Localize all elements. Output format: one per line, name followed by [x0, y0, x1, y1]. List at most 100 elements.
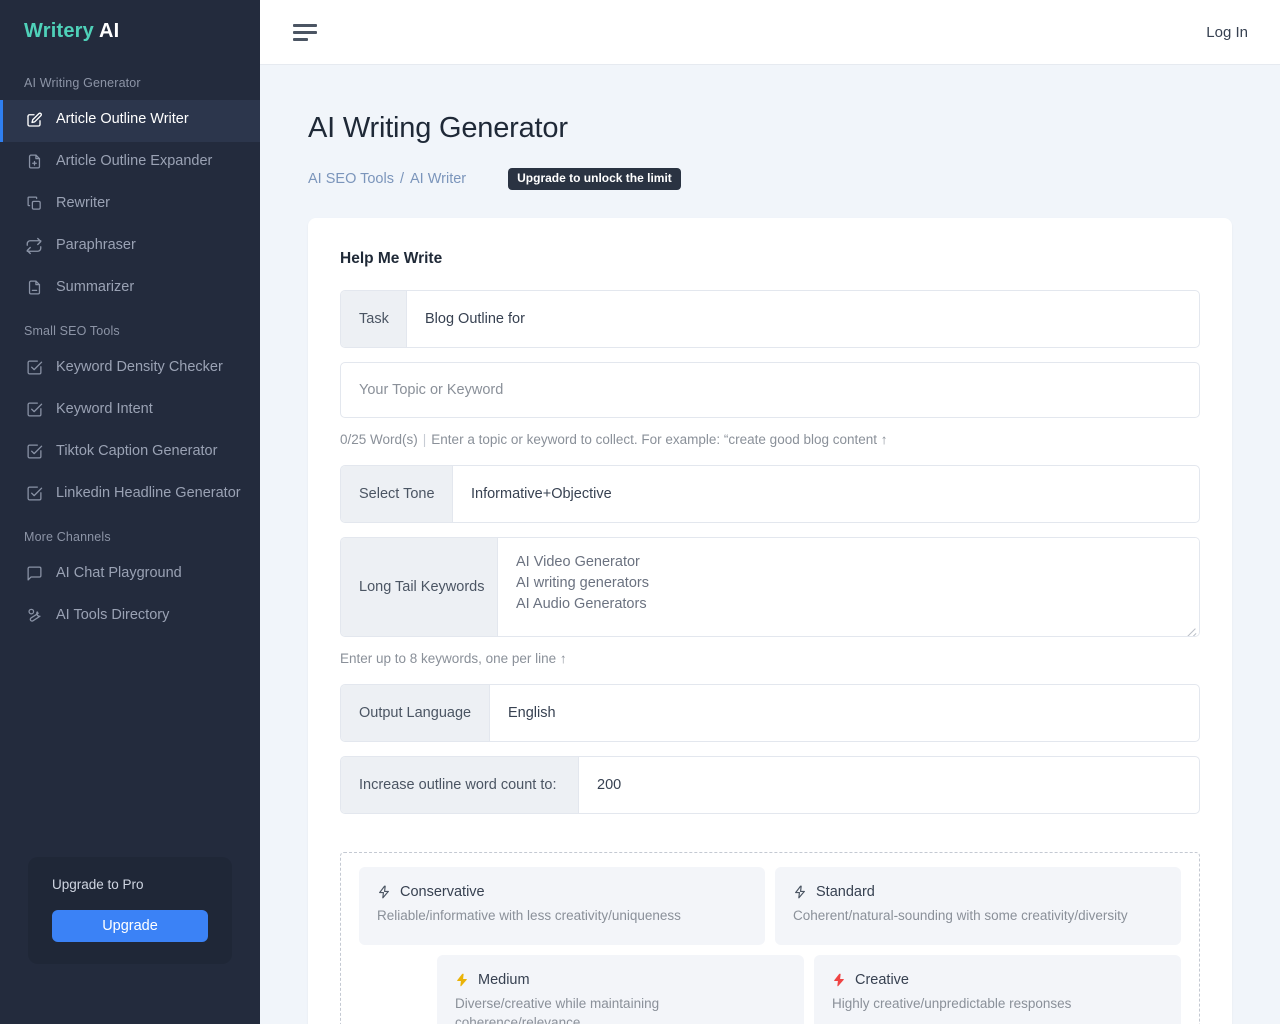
check-square-icon: [24, 399, 44, 420]
creativity-option-name: Standard: [816, 884, 875, 901]
tone-field-row: Select Tone Informative+Objective: [340, 465, 1200, 524]
bolt-icon: [457, 973, 467, 987]
sidebar-item-summarizer[interactable]: Summarizer: [0, 268, 260, 310]
upgrade-card-title: Upgrade to Pro: [52, 877, 144, 892]
language-field-row: Output Language English: [340, 684, 1200, 743]
task-label: Task: [341, 291, 407, 348]
brand-name-secondary: AI: [98, 20, 120, 42]
brand-name-primary: Writery: [24, 20, 94, 42]
hamburger-bar: [293, 23, 317, 27]
hamburger-bar: [293, 37, 308, 41]
check-square-icon: [24, 483, 44, 504]
topic-hint: 0/25 Word(s) | Enter a topic or keyword to…: [340, 432, 1200, 447]
sidebar: Writery AI AI Writing Generator Article …: [0, 0, 260, 1024]
creativity-row-top: Conservative Reliable/informative with l…: [359, 867, 1181, 946]
creativity-option-standard[interactable]: Standard Coherent/natural-sounding with …: [775, 867, 1181, 946]
tone-value[interactable]: Informative+Objective: [453, 466, 1199, 522]
creativity-option-description: Highly creative/unpredictable responses: [832, 996, 1072, 1012]
sidebar-item-label: Linkedin Headline Generator: [56, 485, 241, 501]
sidebar-item-rewriter[interactable]: Rewriter: [0, 184, 260, 226]
upgrade-to-pro-card: Upgrade to Pro Upgrade: [28, 857, 232, 964]
card-title: Help Me Write: [340, 250, 443, 268]
file-plus-icon: [24, 151, 44, 172]
word-counter: 0/25 Word(s): [340, 432, 418, 448]
creativity-option-header: Conservative: [377, 884, 747, 900]
sidebar-item-label: Paraphraser: [56, 237, 136, 253]
breadcrumb-link-ai-writer[interactable]: AI Writer: [410, 171, 466, 187]
language-value[interactable]: English: [490, 685, 1199, 741]
help-me-write-card: Help Me Write Task Blog Outline for 0/25…: [308, 218, 1232, 1024]
topic-input[interactable]: [340, 362, 1200, 419]
word-count-value[interactable]: 200: [579, 757, 1199, 813]
sidebar-item-label: Rewriter: [56, 195, 110, 211]
sidebar-item-article-outline-writer[interactable]: Article Outline Writer: [0, 100, 260, 142]
creativity-option-name: Creative: [855, 972, 909, 989]
sidebar-item-ai-tools-directory[interactable]: AI Tools Directory: [0, 596, 260, 638]
check-square-icon: [24, 357, 44, 378]
sidebar-item-label: Article Outline Expander: [56, 153, 213, 169]
keywords-hint: Enter up to 8 keywords, one per line ↑: [340, 651, 567, 667]
upgrade-button[interactable]: Upgrade: [52, 910, 208, 942]
sidebar-item-label: Article Outline Writer: [56, 111, 189, 127]
creativity-option-creative[interactable]: Creative Highly creative/unpredictable r…: [814, 955, 1181, 1024]
sidebar-section-title-ai-writing-generator: AI Writing Generator: [24, 76, 141, 90]
creativity-option-name: Medium: [478, 972, 530, 989]
sidebar-item-tiktok-caption-generator[interactable]: Tiktok Caption Generator: [0, 432, 260, 474]
creativity-option-name: Conservative: [400, 884, 485, 901]
word-count-field-row: Increase outline word count to: 200: [340, 756, 1200, 815]
hint-divider: |: [422, 432, 427, 448]
page-title: AI Writing Generator: [308, 112, 568, 144]
keywords-textarea-wrapper: [498, 538, 1199, 637]
tone-label: Select Tone: [341, 466, 453, 523]
task-value[interactable]: Blog Outline for: [407, 291, 1199, 347]
edit-square-icon: [24, 109, 44, 130]
sidebar-item-label: Tiktok Caption Generator: [56, 443, 218, 459]
sidebar-section-title-more-channels: More Channels: [24, 530, 111, 544]
sidebar-item-article-outline-expander[interactable]: Article Outline Expander: [0, 142, 260, 184]
word-count-label: Increase outline word count to:: [341, 757, 579, 814]
breadcrumb-link-ai-seo-tools[interactable]: AI SEO Tools: [308, 171, 394, 187]
sidebar-item-label: AI Chat Playground: [56, 565, 182, 581]
sidebar-item-label: Summarizer: [56, 279, 135, 295]
brand-logo[interactable]: Writery AI: [0, 0, 260, 62]
upgrade-limit-badge[interactable]: Upgrade to unlock the limit: [508, 168, 681, 191]
sidebar-item-linkedin-headline-generator[interactable]: Linkedin Headline Generator: [0, 474, 260, 516]
bolt-icon: [834, 973, 844, 987]
sidebar-item-label: Keyword Density Checker: [56, 359, 223, 375]
hamburger-bar: [293, 30, 317, 34]
login-button[interactable]: Log In: [1206, 24, 1248, 41]
keywords-field-row: Long Tail Keywords: [340, 537, 1200, 638]
breadcrumb-separator: /: [399, 171, 404, 188]
creativity-options-group: Conservative Reliable/informative with l…: [340, 852, 1200, 1024]
bolt-icon: [795, 885, 805, 899]
file-text-icon: [24, 277, 44, 298]
repeat-icon: [24, 235, 44, 256]
creativity-row-bottom: Medium Diverse/creative while maintainin…: [359, 955, 1181, 1024]
sidebar-item-label: Keyword Intent: [56, 401, 153, 417]
language-label: Output Language: [341, 685, 490, 742]
sidebar-item-paraphraser[interactable]: Paraphraser: [0, 226, 260, 268]
copy-icon: [24, 193, 44, 214]
chat-bubble-icon: [24, 563, 44, 584]
hamburger-icon[interactable]: [293, 20, 319, 45]
sidebar-section-title-small-seo-tools: Small SEO Tools: [24, 324, 120, 338]
creativity-option-conservative[interactable]: Conservative Reliable/informative with l…: [359, 867, 765, 946]
sidebar-item-keyword-intent[interactable]: Keyword Intent: [0, 390, 260, 432]
breadcrumb: AI SEO Tools / AI Writer Upgrade to unlo…: [308, 168, 1232, 191]
creativity-option-description: Diverse/creative while maintaining coher…: [455, 996, 660, 1024]
page-body: AI Writing Generator AI SEO Tools / AI W…: [260, 65, 1280, 1024]
task-field-row: Task Blog Outline for: [340, 290, 1200, 349]
creativity-option-description: Coherent/natural-sounding with some crea…: [793, 908, 1128, 924]
sidebar-item-ai-chat-playground[interactable]: AI Chat Playground: [0, 554, 260, 596]
main-content: Log In AI Writing Generator AI SEO Tools…: [260, 0, 1280, 1024]
bolt-icon: [379, 885, 389, 899]
creativity-option-header: Creative: [832, 972, 1163, 988]
keywords-textarea[interactable]: [498, 538, 1199, 637]
check-square-icon: [24, 441, 44, 462]
sidebar-item-label: AI Tools Directory: [56, 607, 170, 623]
topic-hint-text: Enter a topic or keyword to collect. For…: [431, 432, 888, 448]
topbar: Log In: [260, 0, 1280, 65]
sidebar-item-keyword-density-checker[interactable]: Keyword Density Checker: [0, 348, 260, 390]
creativity-option-medium[interactable]: Medium Diverse/creative while maintainin…: [437, 955, 804, 1024]
creativity-option-description: Reliable/informative with less creativit…: [377, 908, 681, 924]
